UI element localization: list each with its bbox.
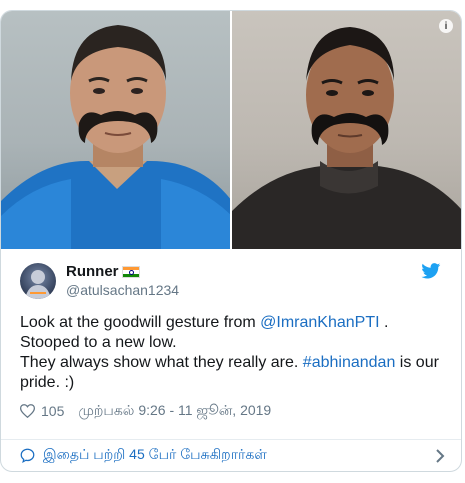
heart-icon[interactable] xyxy=(20,404,35,418)
mention-link[interactable]: @ImranKhanPTI xyxy=(260,314,379,331)
like-count[interactable]: 105 xyxy=(41,403,64,419)
tweet-text: Look at the goodwill gesture from @Imran… xyxy=(20,313,445,393)
chevron-right-icon[interactable] xyxy=(435,448,445,463)
tweet-line-1: Look at the goodwill gesture from @Imran… xyxy=(20,313,445,333)
photo-right[interactable]: i xyxy=(230,11,461,249)
tweet-text-part: Look at the goodwill gesture from xyxy=(20,314,261,331)
avatar[interactable] xyxy=(20,263,56,299)
tweet-text-part: . xyxy=(379,314,389,331)
photo-right-illustration xyxy=(232,27,461,249)
tweet-author[interactable]: Runner @atulsachan1234 xyxy=(20,263,445,299)
conversation-link[interactable]: இதைப் பற்றி 45 பேர் பேசுகிறார்கள் xyxy=(43,446,435,465)
avatar-image xyxy=(25,270,51,299)
india-flag-icon xyxy=(121,266,140,278)
comment-bubble-icon xyxy=(20,448,35,463)
tweet-meta: 105 முற்பகல் 9:26 - 11 ஜூன், 2019 xyxy=(20,401,445,421)
twitter-bird-icon[interactable] xyxy=(421,263,441,279)
photo-left[interactable] xyxy=(1,11,230,249)
hashtag-link[interactable]: #abhinandan xyxy=(303,354,396,371)
tweet-text-part: They always show what they really are. xyxy=(20,354,303,371)
tweet-timestamp[interactable]: முற்பகல் 9:26 - 11 ஜூன், 2019 xyxy=(78,402,271,421)
author-names: Runner @atulsachan1234 xyxy=(66,263,179,299)
author-handle[interactable]: @atulsachan1234 xyxy=(66,281,179,299)
tweet-line-2: Stooped to a new low. xyxy=(20,334,177,351)
tweet-line-3: They always show what they really are. #… xyxy=(20,353,445,393)
tweet-body: Runner @atulsachan1234 Look at the goodw… xyxy=(1,249,461,421)
display-name-text: Runner xyxy=(66,263,119,280)
embedded-tweet-card: i Runner @atulsachan1234 Look at the goo… xyxy=(0,10,462,472)
conversation-footer[interactable]: இதைப் பற்றி 45 பேர் பேசுகிறார்கள் xyxy=(1,440,461,471)
photo-left-illustration xyxy=(1,25,230,249)
info-icon[interactable]: i xyxy=(439,19,453,33)
tweet-media[interactable]: i xyxy=(1,11,461,249)
display-name[interactable]: Runner xyxy=(66,263,179,281)
